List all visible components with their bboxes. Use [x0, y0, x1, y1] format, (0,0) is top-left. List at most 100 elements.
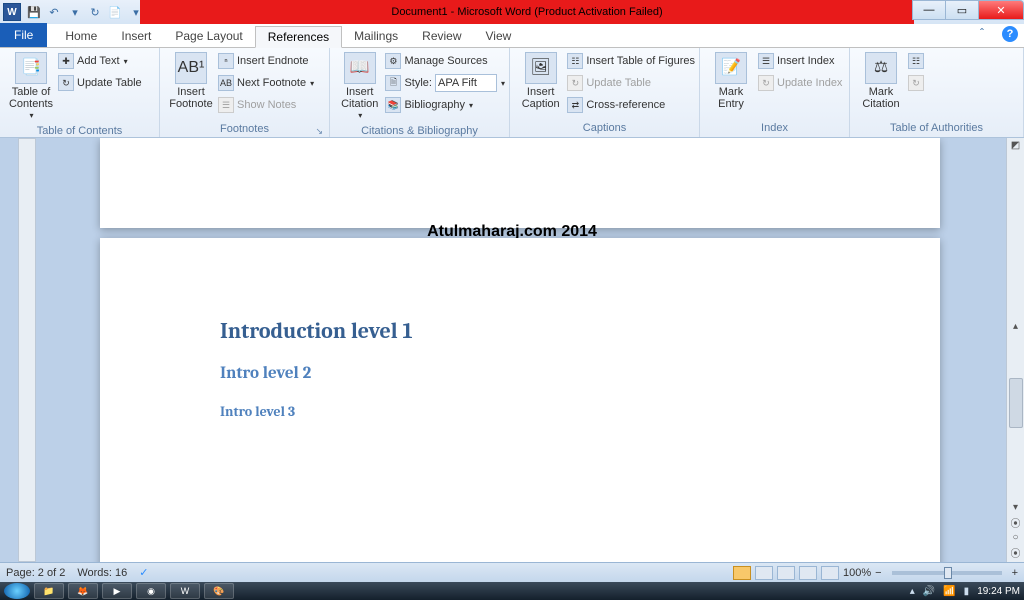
word-count[interactable]: Words: 16 [77, 567, 127, 579]
vertical-scrollbar[interactable]: ◩ ▴ ▾ ⦿ ○ ⦿ [1006, 138, 1024, 562]
browse-object-icon[interactable]: ○ [1012, 532, 1018, 543]
zoom-slider[interactable] [892, 571, 1002, 575]
caption-icon: 🖼 [525, 52, 557, 84]
heading-1[interactable]: Introduction level 1 [220, 318, 820, 344]
toc-icon: 📑 [15, 52, 47, 84]
update-toa-button: ↻ [908, 72, 924, 94]
start-button[interactable] [4, 583, 30, 599]
tab-review[interactable]: Review [410, 25, 473, 47]
scroll-down-icon[interactable]: ▾ [1013, 502, 1018, 513]
tab-page-layout[interactable]: Page Layout [163, 25, 254, 47]
taskbar-explorer[interactable]: 📁 [34, 583, 64, 599]
word-app-icon: W [3, 3, 21, 21]
tab-view[interactable]: View [474, 25, 524, 47]
update-table-button[interactable]: ↻Update Table [58, 72, 142, 94]
cross-ref-icon: ⇄ [567, 97, 583, 113]
tab-insert[interactable]: Insert [109, 25, 163, 47]
draft-view-button[interactable] [821, 566, 839, 580]
group-toc: 📑 Table of Contents▾ ✚Add Text▾ ↻Update … [0, 48, 160, 137]
style-icon: 🗎 [385, 75, 401, 91]
tab-references[interactable]: References [255, 26, 342, 48]
footnotes-dialog-icon[interactable]: ↘ [164, 126, 325, 137]
add-text-button[interactable]: ✚Add Text▾ [58, 50, 142, 72]
zoom-slider-knob[interactable] [944, 567, 952, 579]
zoom-out-button[interactable]: − [875, 567, 881, 579]
heading-2[interactable]: Intro level 2 [220, 364, 820, 383]
show-notes-icon: ☰ [218, 97, 234, 113]
group-authorities: ⚖ Mark Citation ☷ ↻ Table of Authorities [850, 48, 1024, 137]
clock[interactable]: 19:24 PM [977, 586, 1020, 597]
update-index-button: ↻Update Index [758, 72, 842, 94]
toa-icon: ☷ [908, 53, 924, 69]
full-screen-view-button[interactable] [755, 566, 773, 580]
volume-icon[interactable]: 🔊 [923, 586, 935, 597]
scroll-up-icon[interactable]: ▴ [1013, 321, 1018, 332]
insert-index-icon: ☰ [758, 53, 774, 69]
page-status[interactable]: Page: 2 of 2 [6, 567, 65, 579]
table-of-contents-button[interactable]: 📑 Table of Contents▾ [4, 50, 58, 123]
close-button[interactable]: ✕ [978, 0, 1024, 20]
update-index-icon: ↻ [758, 75, 774, 91]
web-layout-view-button[interactable] [777, 566, 795, 580]
bibliography-button[interactable]: 📚Bibliography▾ [385, 94, 505, 116]
footnote-icon: AB¹ [175, 52, 207, 84]
next-footnote-button[interactable]: ABNext Footnote▾ [218, 72, 314, 94]
ribbon-tabs: File Home Insert Page Layout References … [0, 24, 1024, 48]
group-captions: 🖼 Insert Caption ☷Insert Table of Figure… [510, 48, 700, 137]
insert-table-of-figures-button[interactable]: ☷Insert Table of Figures [567, 50, 695, 72]
taskbar-firefox[interactable]: 🦊 [68, 583, 98, 599]
minimize-ribbon-icon[interactable]: ˆ [980, 26, 996, 42]
heading-3[interactable]: Intro level 3 [220, 403, 820, 420]
window-controls: — ▭ ✕ [913, 0, 1024, 20]
status-bar: Page: 2 of 2 Words: 16 ✓ 100% − + [0, 562, 1024, 582]
endnote-icon: ⁿ [218, 53, 234, 69]
mark-citation-button[interactable]: ⚖ Mark Citation [854, 50, 908, 112]
undo-dropdown-icon[interactable]: ▾ [67, 4, 83, 20]
update-tof-icon: ↻ [567, 75, 583, 91]
new-doc-icon[interactable]: 📄 [107, 4, 123, 20]
redo-icon[interactable]: ↻ [87, 4, 103, 20]
mark-citation-icon: ⚖ [865, 52, 897, 84]
taskbar-chrome[interactable]: ◉ [136, 583, 166, 599]
undo-icon[interactable]: ↶ [46, 4, 62, 20]
page-1-bottom[interactable] [100, 138, 940, 228]
mark-entry-icon: 📝 [715, 52, 747, 84]
page-2[interactable]: Introduction level 1 Intro level 2 Intro… [100, 238, 940, 562]
taskbar-paint[interactable]: 🎨 [204, 583, 234, 599]
next-page-icon[interactable]: ⦿ [1011, 545, 1021, 560]
minimize-button[interactable]: — [912, 0, 946, 20]
file-tab[interactable]: File [0, 23, 47, 47]
insert-caption-button[interactable]: 🖼 Insert Caption [514, 50, 567, 112]
prev-page-icon[interactable]: ⦿ [1011, 515, 1021, 530]
insert-footnote-button[interactable]: AB¹ Insert Footnote [164, 50, 218, 112]
style-value[interactable]: APA Fift [435, 74, 497, 92]
insert-toa-button[interactable]: ☷ [908, 50, 924, 72]
proofing-icon[interactable]: ✓ [139, 566, 148, 579]
tab-mailings[interactable]: Mailings [342, 25, 410, 47]
scrollbar-thumb[interactable] [1009, 378, 1023, 428]
save-icon[interactable]: 💾 [26, 4, 42, 20]
print-layout-view-button[interactable] [733, 566, 751, 580]
maximize-button[interactable]: ▭ [945, 0, 979, 20]
taskbar-media[interactable]: ▶ [102, 583, 132, 599]
insert-endnote-button[interactable]: ⁿInsert Endnote [218, 50, 314, 72]
document-workspace: Atulmaharaj.com 2014 Introduction level … [0, 138, 1024, 562]
group-citations: 📖 Insert Citation▾ ⚙Manage Sources 🗎Styl… [330, 48, 510, 137]
network-icon[interactable]: 📶 [943, 586, 955, 597]
insert-citation-button[interactable]: 📖 Insert Citation▾ [334, 50, 385, 123]
ruler-toggle-icon[interactable]: ◩ [1011, 140, 1020, 151]
taskbar-word[interactable]: W [170, 583, 200, 599]
help-icon[interactable]: ? [1002, 26, 1018, 42]
style-selector[interactable]: 🗎Style:APA Fift▾ [385, 72, 505, 94]
battery-icon[interactable]: ▮ [964, 586, 970, 597]
manage-sources-button[interactable]: ⚙Manage Sources [385, 50, 505, 72]
tab-home[interactable]: Home [53, 25, 109, 47]
windows-taskbar: 📁 🦊 ▶ ◉ W 🎨 ▴ 🔊 📶 ▮ 19:24 PM [0, 582, 1024, 600]
outline-view-button[interactable] [799, 566, 817, 580]
tray-overflow-icon[interactable]: ▴ [910, 586, 915, 597]
cross-reference-button[interactable]: ⇄Cross-reference [567, 94, 695, 116]
mark-entry-button[interactable]: 📝 Mark Entry [704, 50, 758, 112]
zoom-level[interactable]: 100% [843, 567, 871, 579]
insert-index-button[interactable]: ☰Insert Index [758, 50, 842, 72]
zoom-in-button[interactable]: + [1012, 567, 1018, 579]
